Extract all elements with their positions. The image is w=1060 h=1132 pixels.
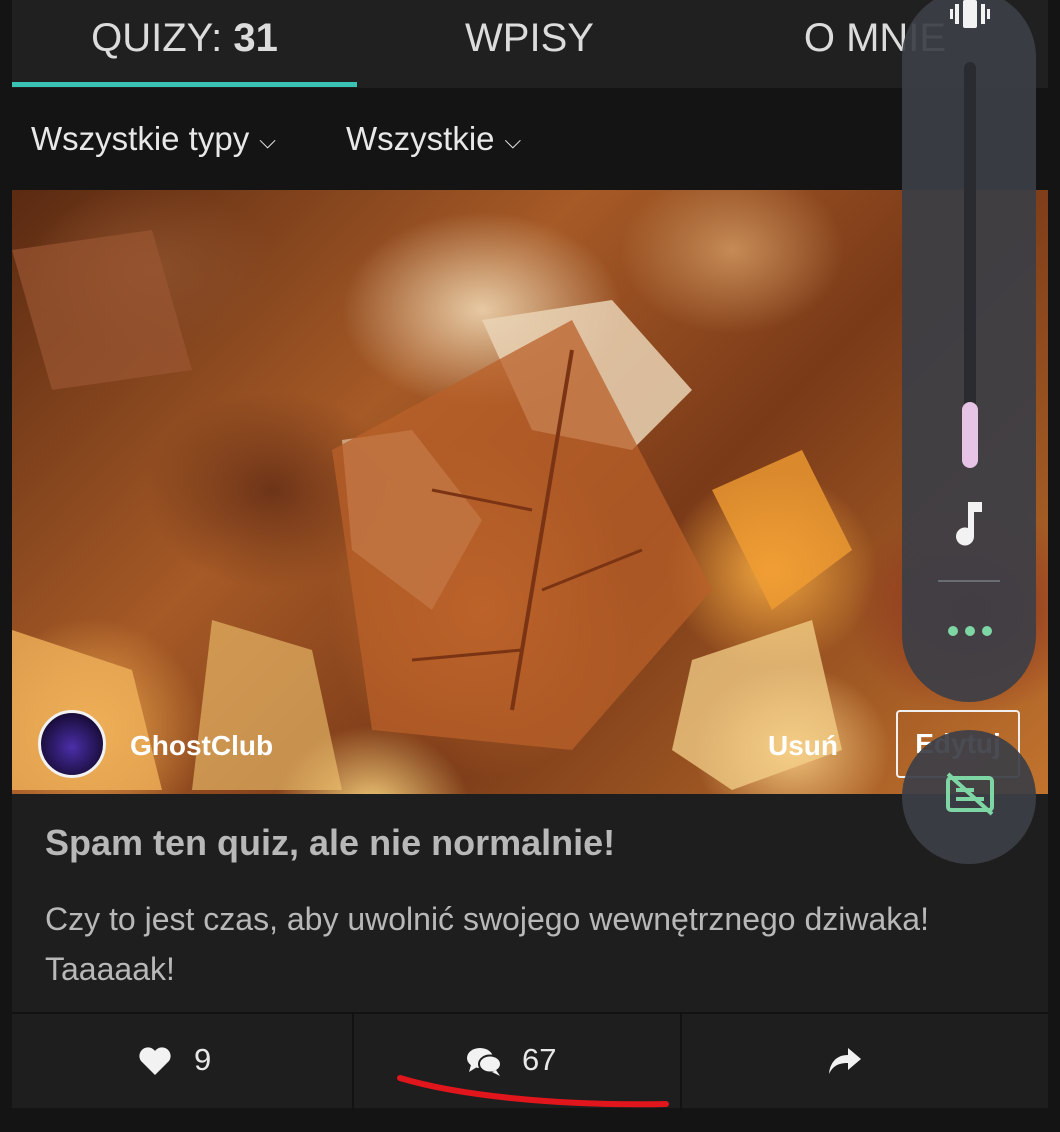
- tab-quizzes-count: 31: [233, 16, 278, 60]
- filter-type-dropdown[interactable]: Wszystkie typy ⌵: [31, 120, 276, 158]
- music-note-icon[interactable]: [952, 500, 988, 548]
- volume-panel: [902, 0, 1036, 702]
- red-underline-annotation: [397, 1075, 669, 1108]
- author-name[interactable]: GhostClub: [130, 730, 273, 762]
- leaves-texture: [12, 230, 852, 790]
- quiz-description: Czy to jest czas, aby uwolnić swojego we…: [45, 901, 929, 987]
- quiz-cover-image[interactable]: GhostClub Usuń Edytuj: [12, 190, 1048, 794]
- filter-bar: Wszystkie typy ⌵ Wszystkie ⌵: [12, 88, 1048, 186]
- volume-level: [962, 402, 978, 468]
- tab-posts-label: WPISY: [465, 16, 594, 60]
- avatar[interactable]: [38, 710, 106, 778]
- tab-posts[interactable]: WPISY: [357, 0, 702, 84]
- captions-off-icon: [946, 772, 994, 816]
- heart-icon: [139, 1047, 171, 1075]
- filter-status-dropdown[interactable]: Wszystkie ⌵: [346, 120, 521, 158]
- share-icon: [829, 1048, 861, 1074]
- delete-button[interactable]: Usuń: [768, 730, 838, 762]
- profile-tabs: QUIZY: 31 WPISY O MNIE: [12, 0, 1048, 88]
- filter-type-label: Wszystkie typy: [31, 120, 250, 157]
- quiz-title[interactable]: Spam ten quiz, ale nie normalnie!: [45, 822, 615, 864]
- tab-quizzes-label: QUIZY:: [91, 16, 234, 60]
- active-tab-indicator: [12, 82, 357, 87]
- captions-toggle[interactable]: [902, 730, 1036, 864]
- filter-status-label: Wszystkie: [346, 120, 495, 157]
- panel-divider: [938, 580, 1000, 582]
- like-button[interactable]: 9: [12, 1014, 352, 1110]
- share-button[interactable]: [682, 1014, 1048, 1110]
- chevron-down-icon: ⌵: [259, 128, 276, 154]
- more-dots-icon[interactable]: [946, 624, 994, 638]
- like-count: 9: [194, 1042, 212, 1077]
- chevron-down-icon: ⌵: [504, 128, 522, 154]
- quiz-card[interactable]: GhostClub Usuń Edytuj Spam ten quiz, ale…: [12, 190, 1048, 1110]
- vibrate-icon[interactable]: [950, 0, 990, 30]
- tab-quizzes[interactable]: QUIZY: 31: [12, 0, 357, 84]
